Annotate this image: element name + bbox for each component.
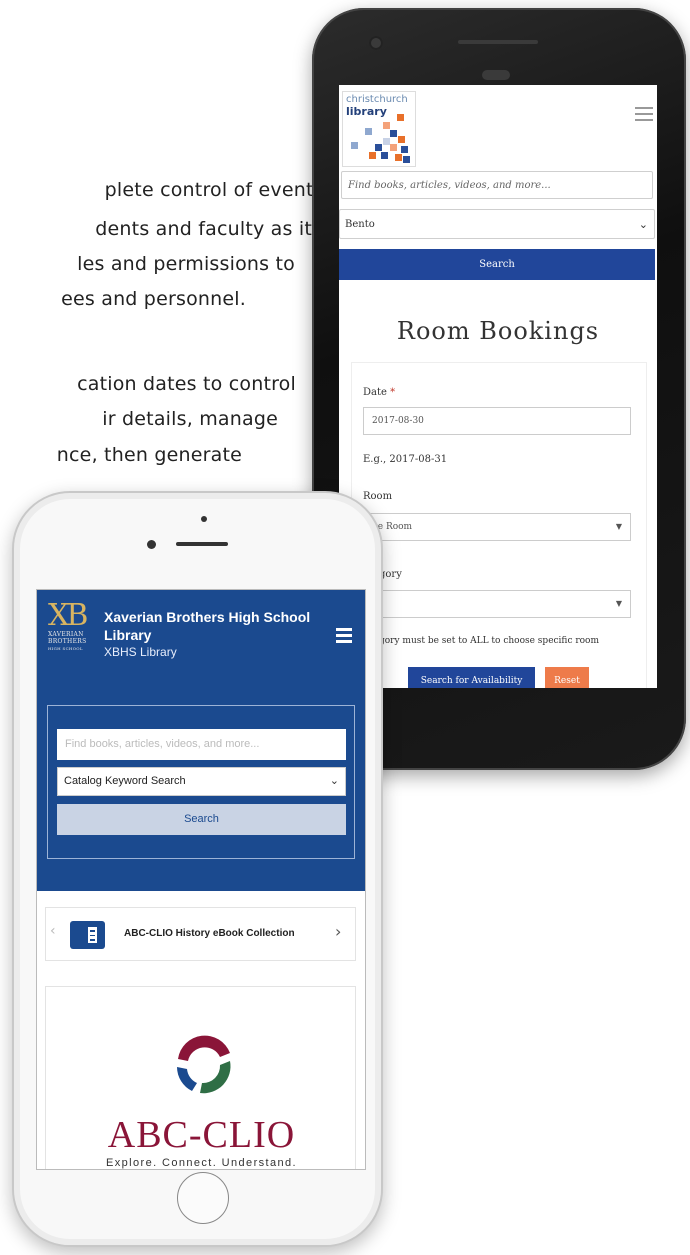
- paragraph-line: ir details, manage: [102, 408, 278, 430]
- logo-mark: XB: [48, 598, 88, 633]
- carousel-item-label[interactable]: ABC-CLIO History eBook Collection: [124, 928, 295, 939]
- site-title: Xaverian Brothers High School Library: [104, 609, 311, 643]
- select-value: Catalog Keyword Search: [64, 775, 186, 787]
- category-select[interactable]: ▼: [363, 590, 631, 618]
- select-value: Bento: [345, 219, 375, 230]
- date-hint: E.g., 2017-08-31: [363, 454, 448, 465]
- room-booking-form: Date * 2017-08-30 E.g., 2017-08-31 Room …: [351, 362, 647, 688]
- ebook-icon: [70, 921, 105, 949]
- abc-clio-logo-icon: [177, 1035, 231, 1094]
- hamburger-menu-icon[interactable]: [635, 107, 653, 125]
- paragraph-line: dents and faculty as it: [95, 218, 312, 240]
- search-scope-select[interactable]: Bento ⌄: [339, 209, 655, 239]
- paragraph-line: ees and personnel.: [61, 288, 246, 310]
- xaverian-logo[interactable]: XB XAVERIAN BROTHERS HIGH SCHOOL: [48, 601, 96, 661]
- category-note: gory must be set to ALL to choose specif…: [379, 636, 600, 646]
- chevron-left-icon[interactable]: ‹: [50, 923, 56, 939]
- search-input[interactable]: Find books, articles, videos, and more..…: [57, 729, 346, 760]
- reset-button[interactable]: Reset: [545, 667, 589, 688]
- site-subtitle: XBHS Library: [104, 645, 177, 659]
- chevron-right-icon[interactable]: ›: [335, 922, 341, 941]
- search-availability-button[interactable]: Search for Availability: [408, 667, 535, 688]
- caret-down-icon: ▼: [615, 599, 622, 608]
- home-button[interactable]: [177, 1172, 229, 1224]
- page-title: Room Bookings: [396, 317, 600, 345]
- search-panel: Find books, articles, videos, and more..…: [47, 705, 355, 859]
- caret-down-icon: ▼: [615, 522, 622, 531]
- logo-text: XAVERIAN: [48, 631, 84, 638]
- christchurch-logo[interactable]: christchurch library: [342, 91, 416, 167]
- paragraph-line: plete control of events.: [104, 179, 330, 201]
- xaverian-screen: XB XAVERIAN BROTHERS HIGH SCHOOL Xaveria…: [36, 589, 366, 1170]
- search-button[interactable]: Search: [57, 804, 346, 835]
- search-button[interactable]: Search: [339, 249, 655, 280]
- chevron-down-icon: ⌄: [638, 218, 648, 231]
- date-label: Date *: [363, 387, 396, 398]
- brand-tagline: Explore. Connect. Understand.: [105, 1157, 298, 1169]
- resource-carousel: ‹ ABC-CLIO History eBook Collection ›: [45, 907, 356, 961]
- xaverian-header: XB XAVERIAN BROTHERS HIGH SCHOOL Xaveria…: [37, 590, 365, 891]
- search-type-select[interactable]: Catalog Keyword Search ⌄: [57, 767, 346, 796]
- logo-text: BROTHERS: [48, 638, 87, 645]
- hamburger-menu-icon[interactable]: [336, 628, 352, 646]
- room-select[interactable]: ge Room ▼: [363, 513, 631, 541]
- speaker-grille: [176, 542, 228, 546]
- date-field[interactable]: 2017-08-30: [363, 407, 631, 435]
- logo-text: christchurch: [346, 94, 408, 105]
- room-label: Room: [363, 491, 393, 502]
- chevron-down-icon: ⌄: [329, 775, 339, 787]
- christchurch-screen: christchurch library Find books, article…: [339, 85, 657, 688]
- sensor: [201, 516, 207, 522]
- camera-icon: [147, 540, 156, 549]
- paragraph-line: les and permissions to: [77, 253, 295, 275]
- brand-name: ABC-CLIO: [107, 1114, 296, 1156]
- resource-card[interactable]: ABC-CLIO Explore. Connect. Understand.: [45, 986, 356, 1169]
- sensor: [482, 70, 510, 80]
- paragraph-line: cation dates to control: [77, 373, 296, 395]
- search-input[interactable]: Find books, articles, videos, and more..…: [341, 171, 653, 199]
- paragraph-line: nce, then generate: [56, 444, 242, 466]
- camera-icon: [369, 36, 383, 50]
- logo-text: HIGH SCHOOL: [48, 646, 83, 651]
- logo-text: library: [346, 105, 387, 118]
- speaker-grille: [458, 40, 538, 44]
